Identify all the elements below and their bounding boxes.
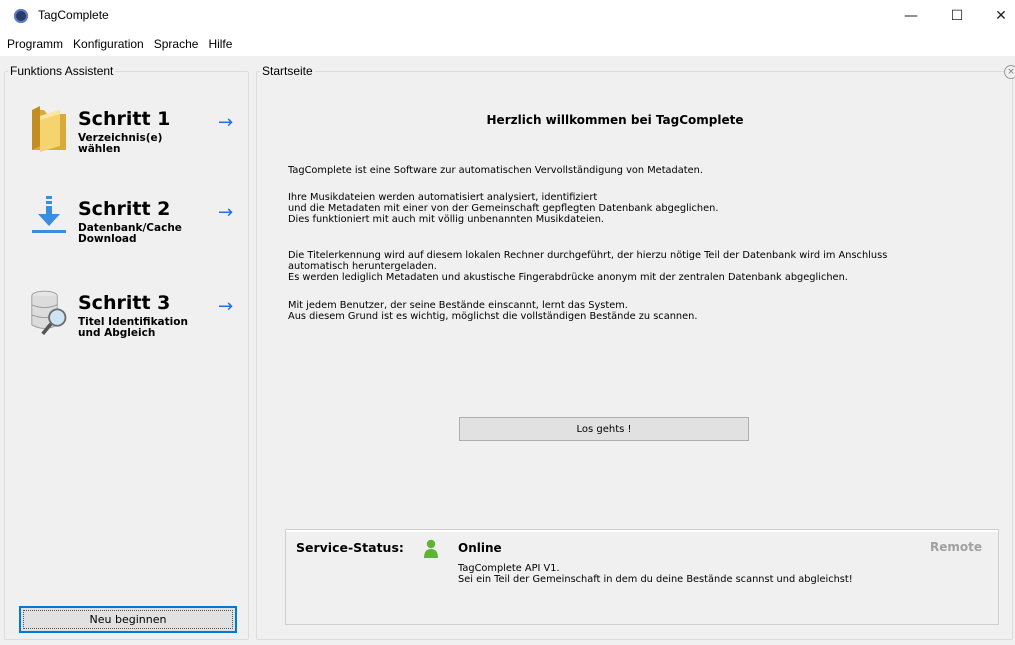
step-1-subtitle: Verzeichnis(e) wählen [78, 132, 163, 155]
database-search-icon [31, 290, 67, 336]
service-status-box: Service-Status: Online Remote TagComplet… [285, 529, 999, 625]
maximize-button[interactable]: ☐ [934, 0, 980, 32]
step-1-arrow-icon[interactable]: → [218, 112, 233, 133]
community-message: Sei ein Teil der Gemeinschaft in dem du … [458, 574, 853, 585]
minimize-button[interactable]: — [888, 0, 934, 32]
menu-bar: Programm Konfiguration Sprache Hilfe [0, 32, 1015, 56]
menu-programm[interactable]: Programm [0, 37, 68, 51]
service-state: Online [458, 541, 502, 555]
step-2-subtitle: Datenbank/Cache Download [78, 222, 182, 245]
step-1-title: Schritt 1 [78, 108, 171, 130]
service-mode: Remote [929, 540, 982, 554]
step-3-arrow-icon[interactable]: → [218, 296, 233, 317]
window-title: TagComplete [38, 8, 109, 22]
api-version: TagComplete API V1. [458, 563, 560, 574]
analysis-line: Dies funktioniert mit auch mit völlig un… [288, 214, 605, 225]
close-button[interactable]: ✕ [978, 0, 1015, 32]
intro-paragraph: TagComplete ist eine Software zur automa… [288, 165, 988, 176]
recognition-paragraph: Die Titelerkennung wird auf diesem lokal… [288, 250, 988, 283]
menu-hilfe[interactable]: Hilfe [203, 37, 237, 51]
menu-konfiguration[interactable]: Konfiguration [68, 37, 149, 51]
analysis-line: Ihre Musikdateien werden automatisiert a… [288, 192, 598, 203]
step-3-subtitle: Titel Identifikation und Abgleich [78, 316, 188, 339]
restart-button[interactable]: Neu beginnen [19, 606, 237, 633]
step-2-arrow-icon[interactable]: → [218, 202, 233, 223]
welcome-heading: Herzlich willkommen bei TagComplete [486, 113, 744, 127]
step-1[interactable]: Schritt 1 Verzeichnis(e) wählen → [30, 104, 240, 172]
start-button[interactable]: Los gehts ! [459, 417, 749, 441]
analysis-paragraph: Ihre Musikdateien werden automatisiert a… [288, 192, 988, 225]
folder-icon [32, 106, 66, 152]
user-icon [424, 539, 438, 558]
start-page-title: Startseite [260, 64, 315, 78]
step-3-title: Schritt 3 [78, 292, 171, 314]
menu-sprache[interactable]: Sprache [149, 37, 204, 51]
download-icon [32, 196, 66, 233]
analysis-line: und die Metadaten mit einer von der Geme… [288, 203, 719, 214]
function-assistant-title: Funktions Assistent [8, 64, 116, 78]
community-line: Mit jedem Benutzer, der seine Bestände e… [288, 300, 628, 311]
close-tab-icon[interactable]: × [1004, 65, 1015, 79]
community-line: Aus diesem Grund ist es wichtig, möglich… [288, 311, 698, 322]
step-3[interactable]: Schritt 3 Titel Identifikation und Abgle… [30, 288, 240, 356]
recognition-line: Es werden lediglich Metadaten und akusti… [288, 272, 848, 283]
intro-line: TagComplete ist eine Software zur automa… [288, 165, 703, 176]
title-bar: TagComplete — ☐ ✕ [0, 0, 1015, 32]
step-2-title: Schritt 2 [78, 198, 171, 220]
recognition-line: automatisch heruntergeladen. [288, 261, 437, 272]
recognition-line: Die Titelerkennung wird auf diesem lokal… [288, 250, 888, 261]
step-2[interactable]: Schritt 2 Datenbank/Cache Download → [30, 194, 240, 262]
community-paragraph: Mit jedem Benutzer, der seine Bestände e… [288, 300, 988, 322]
service-status-label: Service-Status: [296, 540, 404, 555]
app-icon [14, 9, 28, 23]
